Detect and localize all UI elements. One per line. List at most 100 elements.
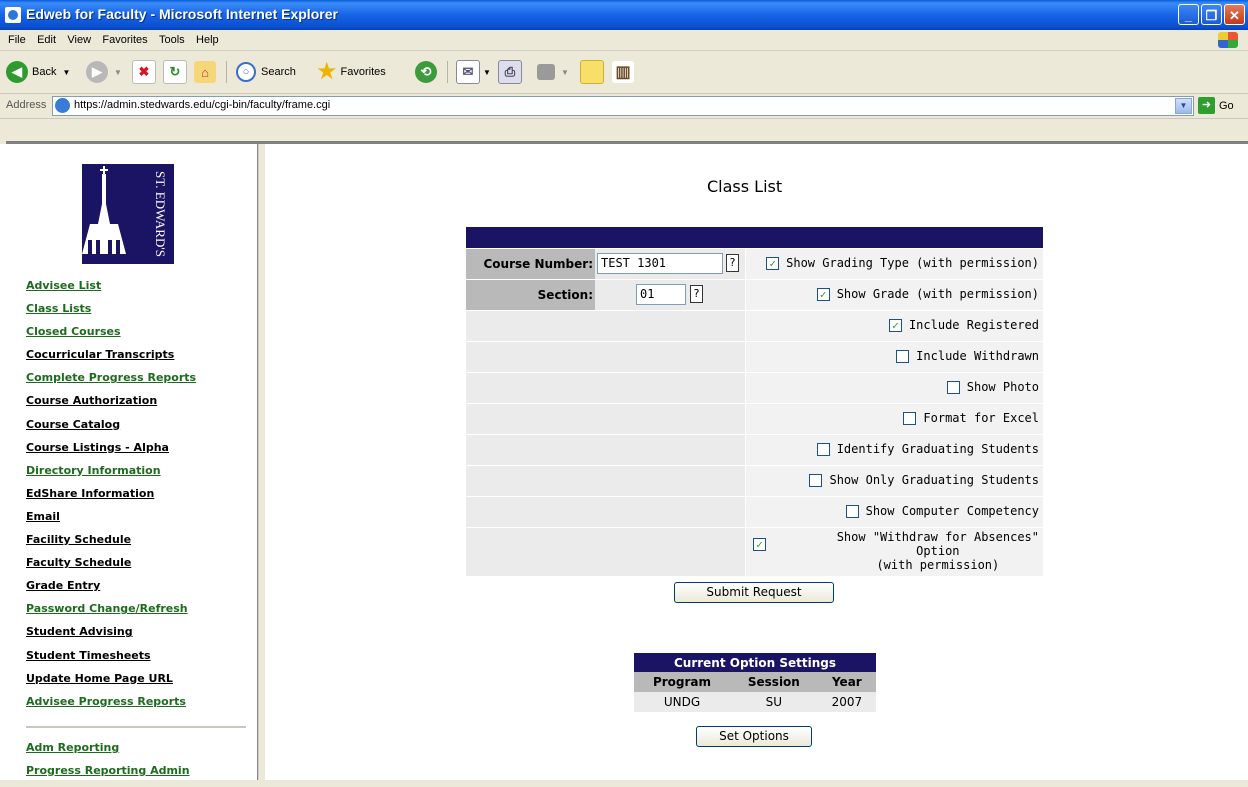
refresh-icon: ↻ <box>163 60 187 84</box>
nav-link-student-timesheets[interactable]: Student Timesheets <box>26 648 196 671</box>
nav-divider <box>26 726 246 728</box>
discuss-button[interactable] <box>580 59 604 85</box>
option-label: Identify Graduating Students <box>836 442 1039 456</box>
edit-button[interactable]: ▼ <box>537 59 569 85</box>
forward-arrow-icon: ▶ <box>86 61 108 83</box>
go-button[interactable]: ➜ Go <box>1198 97 1234 114</box>
course-number-help-button[interactable]: ? <box>726 254 739 272</box>
nav-link-directory-information[interactable]: Directory Information <box>26 463 196 486</box>
withdraw-option-line2: Option <box>916 544 960 558</box>
nav-link-email[interactable]: Email <box>26 509 196 532</box>
mail-button[interactable]: ✉ ▼ <box>456 59 491 85</box>
submit-request-button[interactable]: Submit Request <box>674 582 834 603</box>
option-label: Format for Excel <box>923 411 1039 425</box>
form-option-cell: Format for Excel <box>746 404 1043 434</box>
form-option-cell: ✓ Show Grading Type (with permission) <box>746 249 1043 279</box>
history-icon: ⟲ <box>415 61 437 83</box>
menu-bar: File Edit View Favorites Tools Help <box>0 30 1248 51</box>
edit-icon <box>537 64 555 80</box>
search-button[interactable]: ○ Search <box>236 59 296 85</box>
nav-link-grade-entry[interactable]: Grade Entry <box>26 578 196 601</box>
nav-link-update-home-page-url[interactable]: Update Home Page URL <box>26 671 196 694</box>
form-row: Include Withdrawn <box>466 341 1043 372</box>
window-title: Edweb for Faculty - Microsoft Internet E… <box>26 6 338 22</box>
nav-link-password-change-refresh[interactable]: Password Change/Refresh <box>26 601 196 624</box>
close-button[interactable]: ✕ <box>1224 4 1245 25</box>
address-label: Address <box>6 99 47 111</box>
form-left-cell <box>466 373 745 403</box>
nav-list: Advisee List Class Lists Closed Courses Coc… <box>26 278 196 717</box>
withdraw-option-line3: (with permission) <box>876 558 1000 572</box>
print-button[interactable]: ⎙ <box>498 59 522 85</box>
nav-link-course-catalog[interactable]: Course Catalog <box>26 417 196 440</box>
page-title: Class List <box>707 177 783 196</box>
option-label: Include Withdrawn <box>916 349 1039 363</box>
form-row: Show Computer Competency <box>466 496 1043 527</box>
withdraw-option-line1: Show "Withdraw for Absences" <box>836 530 1039 544</box>
nav-link-closed-courses[interactable]: Closed Courses <box>26 324 196 347</box>
form-left-cell <box>466 497 745 527</box>
menu-tools[interactable]: Tools <box>159 30 185 50</box>
menu-view[interactable]: View <box>67 30 91 50</box>
refresh-button[interactable]: ↻ <box>163 59 187 85</box>
nav-link-course-authorization[interactable]: Course Authorization <box>26 393 196 416</box>
back-button[interactable]: ◀ Back ▼ <box>6 59 70 85</box>
nav-link-adm-reporting[interactable]: Adm Reporting <box>26 741 190 764</box>
chevron-down-icon: ▼ <box>62 67 71 77</box>
checkbox-format-for-excel[interactable] <box>903 411 917 425</box>
nav-link-student-advising[interactable]: Student Advising <box>26 624 196 647</box>
nav-link-advisee-progress-reports[interactable]: Advisee Progress Reports <box>26 694 196 717</box>
menu-edit[interactable]: Edit <box>37 30 56 50</box>
section-help-button[interactable]: ? <box>690 285 703 303</box>
set-options-button[interactable]: Set Options <box>696 726 812 747</box>
checkbox-show-photo[interactable] <box>946 380 960 394</box>
menu-help[interactable]: Help <box>196 30 219 50</box>
form-left-cell <box>466 435 745 465</box>
nav-link-complete-progress-reports[interactable]: Complete Progress Reports <box>26 370 196 393</box>
content-frame: Class List Course Number: TEST 1301? ✓ Show… <box>265 144 1248 780</box>
title-bar: Edweb for Faculty - Microsoft Internet E… <box>0 0 1248 30</box>
nav-link-progress-reporting-admin[interactable]: Progress Reporting Admin <box>26 764 190 787</box>
navigation-frame: ST. EDWARD'S Advisee List Class Lists Clos… <box>0 144 258 780</box>
nav-link-faculty-schedule[interactable]: Faculty Schedule <box>26 555 196 578</box>
checkbox-show-grading-type-with-permission[interactable]: ✓ <box>766 256 780 270</box>
address-dropdown-icon[interactable]: ▼ <box>1175 98 1192 114</box>
checkbox-show-only-graduating-students[interactable] <box>809 473 823 487</box>
checkbox-show-grade-with-permission[interactable]: ✓ <box>816 287 830 301</box>
nav-link-facility-schedule[interactable]: Facility Schedule <box>26 532 196 555</box>
option-label: Show Only Graduating Students <box>829 473 1039 487</box>
option-withdraw-for-absences: Show "Withdraw for Absences" Option (with … <box>837 530 1039 572</box>
checkbox-show-computer-competency[interactable] <box>845 504 859 518</box>
history-button[interactable]: ⟲ <box>415 59 437 85</box>
class-list-form: Course Number: TEST 1301? ✓ Show Grading Ty… <box>466 227 1043 576</box>
address-input[interactable]: https://admin.stedwards.edu/cgi-bin/facu… <box>52 96 1194 116</box>
favorites-button[interactable]: ★ Favorites <box>316 59 386 85</box>
option-identify-graduating-students: Identify Graduating Students <box>816 442 1039 456</box>
course-number-input[interactable]: TEST 1301 <box>597 253 723 274</box>
menu-file[interactable]: File <box>8 30 26 50</box>
forward-button[interactable]: ▶ ▼ <box>86 59 122 85</box>
menu-favorites[interactable]: Favorites <box>102 30 147 50</box>
checkbox-withdraw-for-absences[interactable]: ✓ <box>753 538 766 551</box>
home-button[interactable]: ⌂ <box>194 59 216 85</box>
nav-link-advisee-list[interactable]: Advisee List <box>26 278 196 301</box>
checkbox-include-withdrawn[interactable] <box>896 349 910 363</box>
chevron-down-icon: ▼ <box>114 67 122 77</box>
nav-link-course-listings-alpha[interactable]: Course Listings - Alpha <box>26 440 196 463</box>
maximize-button[interactable]: ❐ <box>1201 4 1222 25</box>
settings-year-value: 2007 <box>817 692 876 712</box>
form-option-cell: Identify Graduating Students <box>746 435 1043 465</box>
nav-link-cocurricular-transcripts[interactable]: Cocurricular Transcripts <box>26 347 196 370</box>
course-number-label: Course Number: <box>466 249 595 279</box>
nav-link-class-lists[interactable]: Class Lists <box>26 301 196 324</box>
checkbox-include-registered[interactable]: ✓ <box>888 318 902 332</box>
minimize-button[interactable]: _ <box>1178 4 1199 25</box>
windows-logo-icon <box>1218 32 1238 48</box>
stop-button[interactable]: ✖ <box>132 59 156 85</box>
section-input[interactable]: 01 <box>636 284 686 305</box>
research-button[interactable]: ▥ <box>612 59 634 85</box>
chevron-down-icon: ▼ <box>483 67 491 77</box>
section-label: Section: <box>466 280 595 310</box>
nav-link-edshare-information[interactable]: EdShare Information <box>26 486 196 509</box>
checkbox-identify-graduating-students[interactable] <box>816 442 830 456</box>
